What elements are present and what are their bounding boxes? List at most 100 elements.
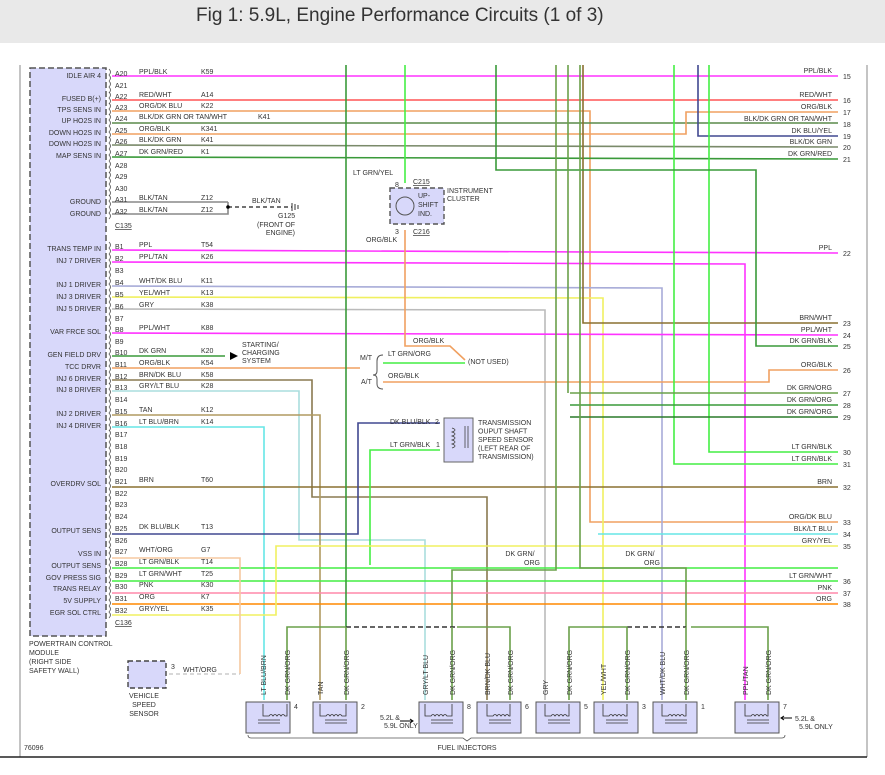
connector-pin-icon	[108, 429, 111, 443]
pin-number: B5	[115, 292, 124, 299]
pin-number: A20	[115, 71, 128, 78]
terminal-number: 15	[843, 74, 851, 81]
injector-driver-wire-label: LT BLU/BRN	[261, 655, 268, 695]
vehicle-speed-sensor-label: SENSOR	[129, 711, 159, 718]
circuit-id: K14	[201, 419, 214, 426]
connector-pin-icon	[108, 581, 111, 595]
wire-color-label: RED/WHT	[139, 92, 172, 99]
connector-pin-icon	[108, 453, 111, 467]
connector-id-c135: C135	[115, 223, 132, 230]
pin-number: A21	[115, 83, 128, 90]
circuit-id: K13	[201, 290, 214, 297]
pin-function: MAP SENS IN	[56, 153, 101, 160]
mt-label: M/T	[360, 355, 373, 362]
connector-pin-icon	[108, 277, 111, 291]
terminal-number: 20	[843, 145, 851, 152]
pin-number: B11	[115, 362, 127, 369]
wire-color-label: LT BLU/BRN	[139, 419, 179, 426]
bus-wire-label: DK GRN/	[625, 551, 654, 558]
terminal-wire-label: BLK/LT BLU	[794, 526, 832, 533]
fuel-injector-box	[652, 701, 698, 734]
ground-id: G125	[278, 213, 295, 220]
terminal-number: 37	[843, 591, 851, 598]
pin-function: TRANS TEMP IN	[47, 246, 101, 253]
injector-number: 1	[701, 704, 705, 711]
circuit-id: K41	[201, 137, 214, 144]
pin-number: A25	[115, 128, 128, 135]
terminal-number: 36	[843, 579, 851, 586]
wire-color-label: GRY/YEL	[139, 606, 169, 613]
connector-id-c136: C136	[115, 620, 132, 627]
pin-number: B19	[115, 456, 128, 463]
connector-pin-icon	[108, 523, 111, 537]
pin-number: B18	[115, 444, 128, 451]
ground-icon	[291, 203, 299, 211]
pin-function: GROUND	[70, 199, 101, 206]
vehicle-speed-sensor-box	[127, 660, 167, 689]
circuit-id: K88	[201, 325, 214, 332]
bus-wire-label: DK GRN/	[505, 551, 534, 558]
circuit-id: K341	[201, 126, 217, 133]
pin-number: B21	[115, 479, 128, 486]
wire-color-label: GRY/LT BLU	[139, 383, 179, 390]
pin-function: VAR FRCE SOL	[50, 329, 101, 336]
charging-system-label: STARTING/	[242, 342, 279, 349]
wire-color-label: BLK/TAN	[139, 207, 168, 214]
connector-pin-icon	[108, 301, 111, 315]
pin-function: INJ 3 DRIVER	[56, 294, 101, 301]
pin-number: B10	[115, 350, 128, 357]
injector-driver-wire-label: GRY	[543, 680, 550, 695]
pin-number: B12	[115, 374, 128, 381]
fuel-injector-box	[535, 701, 581, 734]
mt-wire-label: LT GRN/ORG	[388, 351, 431, 358]
wire-color-label: PPL/TAN	[139, 254, 168, 261]
upshift-indicator-label: UP-	[418, 193, 431, 200]
injector-number: 6	[525, 704, 529, 711]
terminal-number: 28	[843, 403, 851, 410]
wire-color-label: BLK/TAN	[139, 195, 168, 202]
terminal-number: 31	[843, 462, 851, 469]
circuit-id: T25	[201, 571, 213, 578]
wire-color-label: TAN	[139, 407, 152, 414]
connector-pin-icon	[108, 324, 111, 338]
wire-inj5-3-pwr	[568, 626, 628, 700]
output-shaft-sensor-label: (LEFT REAR OF	[478, 446, 530, 453]
pin-number: A26	[115, 139, 128, 146]
pin-function: INJ 4 DRIVER	[56, 423, 101, 430]
connector-pin-icon	[108, 382, 111, 396]
connector-pin-icon	[108, 183, 111, 197]
pin-function: UP HO2S IN	[61, 118, 101, 125]
ground-location: (FRONT OF	[257, 222, 295, 229]
injector-number: 4	[294, 704, 298, 711]
terminal-wire-label: ORG/BLK	[801, 104, 832, 111]
injector-driver-wire-label: BRN/DK BLU	[485, 653, 492, 695]
pin-function: TRANS RELAY	[53, 586, 101, 593]
injector-power-wire-label: DK GRN/ORG	[684, 650, 691, 695]
connector-pin-icon	[108, 464, 111, 478]
connector-pin-icon	[108, 558, 111, 572]
wire-b1	[111, 249, 839, 254]
connector-pin-icon	[108, 359, 111, 373]
pin-number: B24	[115, 514, 128, 521]
circuit-id: Z12	[201, 207, 213, 214]
cluster-pin-in: 8	[395, 182, 399, 189]
pin-number: A31	[115, 197, 128, 204]
injector-power-wire-label: DK GRN/ORG	[344, 650, 351, 695]
terminal-number: 22	[843, 251, 851, 258]
terminal-wire-label: ORG	[816, 596, 832, 603]
instrument-cluster-label: INSTRUMENT	[447, 188, 494, 195]
connector-pin-icon	[108, 160, 111, 174]
connector-pin-icon	[108, 289, 111, 303]
wiring-diagram: A20 IDLE AIR 4 PPL/BLK K59 A21 A22 FUSED B(+) R…	[0, 65, 868, 758]
wire-color-label: BRN	[139, 477, 154, 484]
charging-system-label: CHARGING	[242, 350, 280, 357]
injector-number: 7	[783, 704, 787, 711]
wire-color-label: WHT/DK BLU	[139, 278, 182, 285]
injector-number: 3	[642, 704, 646, 711]
terminal-wire-label: BRN/WHT	[799, 315, 832, 322]
pin-number: B4	[115, 280, 124, 287]
terminal-number: 19	[843, 134, 851, 141]
wire-b8	[111, 332, 839, 336]
pin-function: EGR SOL CTRL	[50, 610, 101, 617]
pin-number: B30	[115, 584, 128, 591]
